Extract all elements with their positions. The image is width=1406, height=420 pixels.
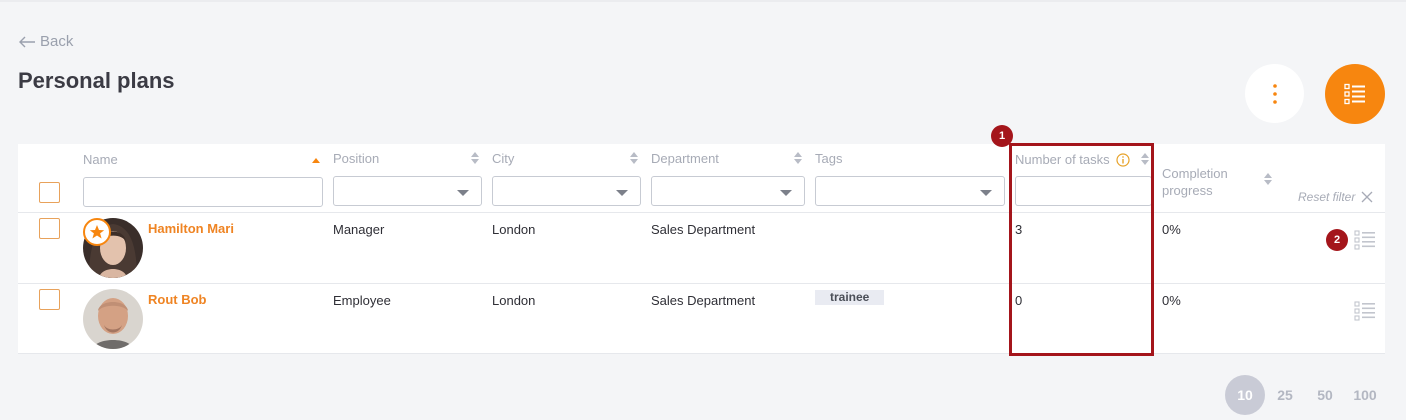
- department-cell: Sales Department: [651, 222, 756, 237]
- position-cell: Employee: [333, 293, 391, 308]
- department-filter-select[interactable]: [651, 176, 805, 206]
- page-size-option[interactable]: 50: [1305, 375, 1345, 415]
- arrow-left-icon: [19, 36, 35, 47]
- checklist-icon[interactable]: [1354, 230, 1376, 250]
- tags-filter-select[interactable]: [815, 176, 1005, 206]
- employee-name-link[interactable]: Hamilton Mari: [148, 221, 234, 236]
- favorite-badge[interactable]: [83, 218, 111, 246]
- tasks-cell: 0: [1015, 293, 1023, 308]
- name-filter-input[interactable]: [83, 177, 323, 207]
- info-icon[interactable]: [1116, 152, 1130, 167]
- back-link[interactable]: Back: [18, 33, 73, 50]
- column-label-completion: Completion: [1162, 166, 1228, 181]
- page-size-option[interactable]: 100: [1345, 375, 1385, 415]
- avatar: [83, 289, 143, 349]
- tasks-filter-input[interactable]: [1015, 176, 1152, 206]
- city-filter-select[interactable]: [492, 176, 641, 206]
- avatar-photo: [83, 289, 143, 349]
- sort-asc-icon[interactable]: [312, 157, 320, 163]
- chevron-down-icon: [780, 190, 792, 196]
- department-cell: Sales Department: [651, 293, 756, 308]
- sort-icon[interactable]: [1141, 153, 1149, 165]
- column-label-completion: progress: [1162, 183, 1213, 198]
- completion-cell: 0%: [1162, 293, 1181, 308]
- column-label-city: City: [492, 151, 515, 166]
- more-options-button[interactable]: [1245, 64, 1304, 123]
- close-icon: [1361, 191, 1373, 203]
- row-checkbox[interactable]: [39, 218, 60, 239]
- tasks-cell: 3: [1015, 222, 1023, 237]
- row-checkbox[interactable]: [39, 289, 60, 310]
- select-all-checkbox[interactable]: [39, 182, 60, 203]
- column-label-name: Name: [83, 152, 118, 167]
- annotation-marker: 1: [991, 125, 1013, 147]
- column-header-completion[interactable]: Completion progress: [1162, 165, 1228, 199]
- reset-filter-label: Reset filter: [1298, 190, 1356, 204]
- column-label-tags: Tags: [815, 151, 843, 166]
- row-divider: [18, 212, 1385, 213]
- city-cell: London: [492, 222, 536, 237]
- plan-list-icon: [1344, 83, 1365, 105]
- chevron-down-icon: [980, 190, 992, 196]
- completion-cell: 0%: [1162, 222, 1181, 237]
- sort-icon[interactable]: [471, 152, 479, 164]
- chevron-down-icon: [457, 190, 469, 196]
- top-divider: [0, 0, 1406, 2]
- column-header-city[interactable]: City: [492, 151, 514, 166]
- position-cell: Manager: [333, 222, 385, 237]
- column-label-position: Position: [333, 151, 380, 166]
- more-vertical-icon: [1272, 83, 1277, 104]
- row-divider: [18, 353, 1385, 354]
- sort-icon[interactable]: [794, 152, 802, 164]
- column-header-name[interactable]: Name: [83, 152, 118, 167]
- column-header-tags: Tags: [815, 151, 842, 166]
- sort-icon[interactable]: [630, 152, 638, 164]
- sort-icon[interactable]: [1264, 173, 1272, 185]
- column-header-department[interactable]: Department: [651, 151, 719, 166]
- plan-list-button[interactable]: [1325, 64, 1385, 124]
- column-label-tasks: Number of tasks: [1015, 152, 1110, 167]
- reset-filter-button[interactable]: Reset filter: [1298, 190, 1373, 204]
- row-divider: [18, 283, 1385, 284]
- chevron-down-icon: [616, 190, 628, 196]
- star-icon: [89, 225, 105, 239]
- plans-table: Name Position City Department Tags Numbe…: [18, 144, 1385, 354]
- annotation-marker: 2: [1326, 229, 1348, 251]
- page-size-option[interactable]: 25: [1265, 375, 1305, 415]
- position-filter-select[interactable]: [333, 176, 482, 206]
- tag-badge: trainee: [815, 290, 885, 305]
- employee-name-link[interactable]: Rout Bob: [148, 292, 206, 307]
- column-header-position[interactable]: Position: [333, 151, 379, 166]
- city-cell: London: [492, 293, 536, 308]
- checklist-icon[interactable]: [1354, 301, 1376, 321]
- page-size-option[interactable]: 10: [1225, 375, 1265, 415]
- column-header-tasks[interactable]: Number of tasks: [1015, 152, 1130, 167]
- column-label-department: Department: [651, 151, 719, 166]
- page-title: Personal plans: [18, 68, 175, 93]
- back-label: Back: [40, 33, 74, 50]
